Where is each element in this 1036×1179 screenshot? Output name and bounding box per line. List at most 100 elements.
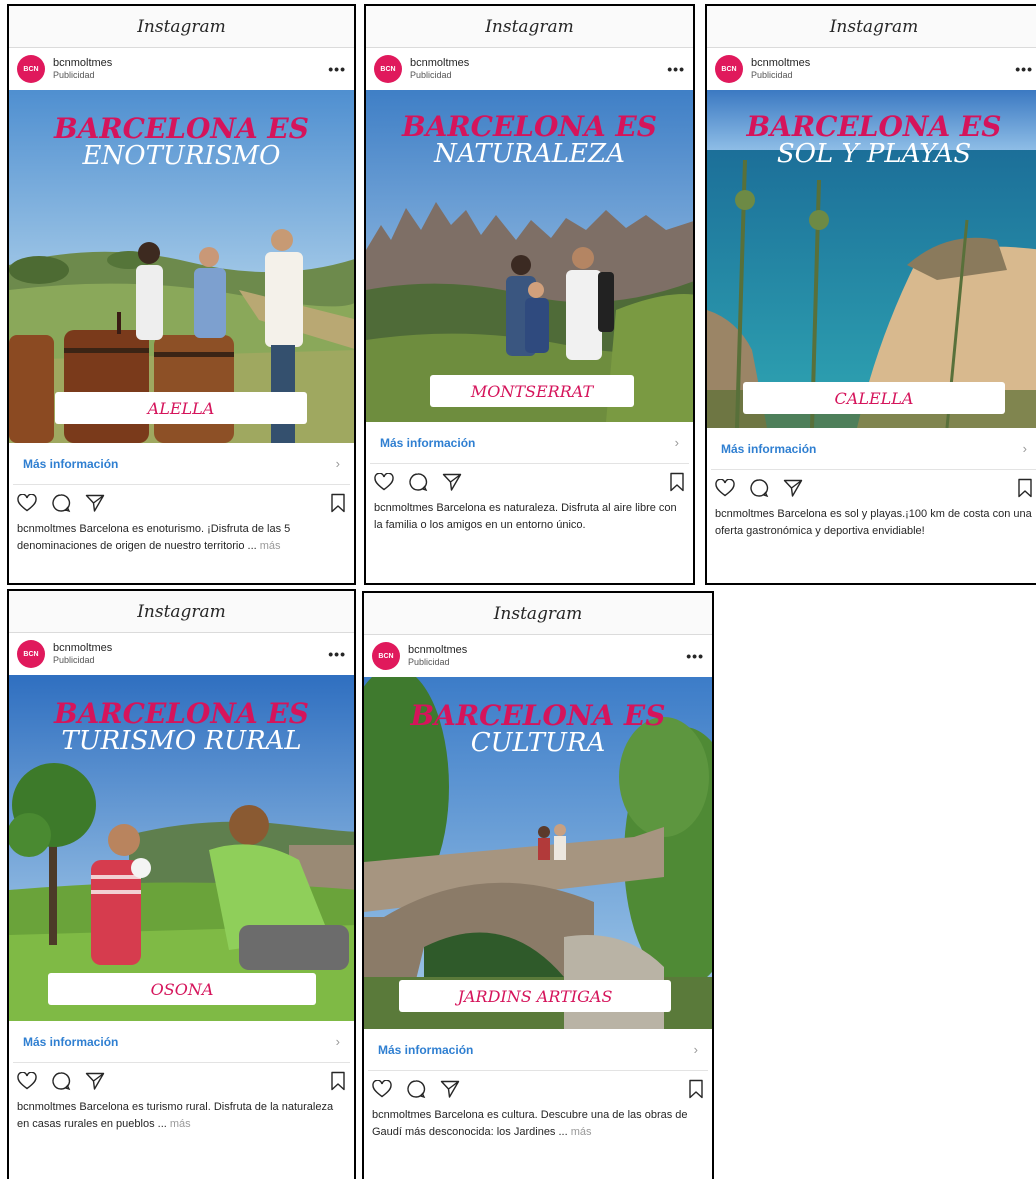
headline: BARCELONA ES ENOTURISMO <box>9 114 354 171</box>
location-label: CALELLA <box>743 382 1005 414</box>
post-caption: bcnmoltmes Barcelona es naturaleza. Disf… <box>366 500 693 534</box>
account-name[interactable]: bcnmoltmes <box>53 57 328 69</box>
instagram-logo: Instagram <box>829 16 919 37</box>
chevron-right-icon: › <box>1022 441 1027 456</box>
post-header: BCN bcnmoltmes Publicidad ••• <box>9 48 354 90</box>
post-caption: bcnmoltmes Barcelona es cultura. Descubr… <box>364 1107 712 1141</box>
caption-username[interactable]: bcnmoltmes <box>715 508 774 520</box>
bookmark-icon[interactable] <box>669 472 685 492</box>
caption-username[interactable]: bcnmoltmes <box>17 1101 76 1113</box>
caption-username[interactable]: bcnmoltmes <box>372 1109 431 1121</box>
app-header: Instagram <box>707 6 1036 48</box>
more-dots-icon[interactable]: ••• <box>1015 61 1033 77</box>
post-image[interactable]: BARCELONA ES TURISMO RURAL OSONA <box>9 675 354 1021</box>
avatar[interactable]: BCN <box>374 55 402 83</box>
caption-more-link[interactable]: más <box>170 1118 191 1130</box>
caption-username[interactable]: bcnmoltmes <box>374 502 433 514</box>
avatar[interactable]: BCN <box>17 55 45 83</box>
send-icon[interactable] <box>783 478 803 498</box>
send-icon[interactable] <box>440 1079 460 1099</box>
more-info-button[interactable]: Más información › <box>13 443 350 485</box>
post-actions <box>9 1063 354 1099</box>
post-image[interactable]: BARCELONA ES CULTURA JARDINS ARTIGAS <box>364 677 712 1029</box>
instagram-logo: Instagram <box>137 601 226 622</box>
more-dots-icon[interactable]: ••• <box>667 61 685 77</box>
post-image[interactable]: BARCELONA ES NATURALEZA MONTSERRAT <box>366 90 693 422</box>
headline: BARCELONA ES CULTURA <box>364 701 712 758</box>
headline-theme: CULTURA <box>470 728 606 759</box>
comment-icon[interactable] <box>406 1079 426 1099</box>
post-image[interactable]: BARCELONA ES ENOTURISMO ALELLA <box>9 90 354 443</box>
more-dots-icon[interactable]: ••• <box>328 61 346 77</box>
instagram-logo: Instagram <box>493 603 583 624</box>
chevron-right-icon: › <box>674 435 679 450</box>
location-label: JARDINS ARTIGAS <box>399 980 671 1012</box>
account-name[interactable]: bcnmoltmes <box>408 644 686 656</box>
send-icon[interactable] <box>442 472 462 492</box>
ad-post-sol-y-playas: Instagram BCN bcnmoltmes Publicidad ••• <box>705 4 1036 585</box>
headline-theme: ENOTURISMO <box>82 141 281 172</box>
send-icon[interactable] <box>85 1071 105 1091</box>
more-info-label: Más información <box>378 1042 474 1057</box>
post-header: BCN bcnmoltmes Publicidad ••• <box>364 635 712 677</box>
send-icon[interactable] <box>85 493 105 513</box>
more-info-label: Más información <box>23 456 119 471</box>
more-dots-icon[interactable]: ••• <box>328 646 346 662</box>
sponsored-label: Publicidad <box>410 70 452 80</box>
comment-icon[interactable] <box>51 1071 71 1091</box>
avatar[interactable]: BCN <box>715 55 743 83</box>
account-name[interactable]: bcnmoltmes <box>751 57 1015 69</box>
account-info: bcnmoltmes Publicidad <box>410 57 667 81</box>
heart-icon[interactable] <box>17 1072 37 1090</box>
bookmark-icon[interactable] <box>330 1071 346 1091</box>
instagram-logo: Instagram <box>485 16 574 37</box>
headline-barcelona: BARCELONA ES <box>402 110 657 143</box>
more-info-button[interactable]: Más información › <box>711 428 1036 470</box>
caption-username[interactable]: bcnmoltmes <box>17 523 76 535</box>
sponsored-label: Publicidad <box>53 655 95 665</box>
account-name[interactable]: bcnmoltmes <box>53 642 328 654</box>
avatar[interactable]: BCN <box>17 640 45 668</box>
chevron-right-icon: › <box>693 1042 698 1057</box>
heart-icon[interactable] <box>715 479 735 497</box>
comment-icon[interactable] <box>749 478 769 498</box>
ad-post-turismo-rural: Instagram BCN bcnmoltmes Publicidad ••• <box>7 589 356 1179</box>
headline: BARCELONA ES NATURALEZA <box>366 112 693 169</box>
more-info-button[interactable]: Más información › <box>13 1021 350 1063</box>
post-header: BCN bcnmoltmes Publicidad ••• <box>9 633 354 675</box>
bookmark-icon[interactable] <box>330 493 346 513</box>
post-caption: bcnmoltmes Barcelona es turismo rural. D… <box>9 1099 354 1133</box>
headline-barcelona: BARCELONA ES <box>746 110 1002 143</box>
account-info: bcnmoltmes Publicidad <box>53 57 328 81</box>
headline-barcelona: BARCELONA ES <box>410 699 666 732</box>
bookmark-icon[interactable] <box>1017 478 1033 498</box>
sponsored-label: Publicidad <box>53 70 95 80</box>
headline-theme: NATURALEZA <box>434 139 625 170</box>
post-header: BCN bcnmoltmes Publicidad ••• <box>366 48 693 90</box>
instagram-logo: Instagram <box>137 16 226 37</box>
avatar[interactable]: BCN <box>372 642 400 670</box>
comment-icon[interactable] <box>51 493 71 513</box>
sponsored-label: Publicidad <box>751 70 793 80</box>
post-image[interactable]: BARCELONA ES SOL Y PLAYAS CALELLA <box>707 90 1036 428</box>
bookmark-icon[interactable] <box>688 1079 704 1099</box>
post-actions <box>707 470 1036 506</box>
account-info: bcnmoltmes Publicidad <box>751 57 1015 81</box>
app-header: Instagram <box>9 6 354 48</box>
more-info-button[interactable]: Más información › <box>370 422 689 464</box>
more-info-label: Más información <box>721 441 817 456</box>
caption-more-link[interactable]: más <box>260 540 281 552</box>
heart-icon[interactable] <box>17 494 37 512</box>
more-info-button[interactable]: Más información › <box>368 1029 708 1071</box>
comment-icon[interactable] <box>408 472 428 492</box>
post-actions <box>9 485 354 521</box>
post-header: BCN bcnmoltmes Publicidad ••• <box>707 48 1036 90</box>
more-info-label: Más información <box>380 435 476 450</box>
headline: BARCELONA ES TURISMO RURAL <box>9 699 354 756</box>
heart-icon[interactable] <box>374 473 394 491</box>
more-dots-icon[interactable]: ••• <box>686 648 704 664</box>
heart-icon[interactable] <box>372 1080 392 1098</box>
app-header: Instagram <box>366 6 693 48</box>
account-name[interactable]: bcnmoltmes <box>410 57 667 69</box>
caption-more-link[interactable]: más <box>571 1126 592 1138</box>
